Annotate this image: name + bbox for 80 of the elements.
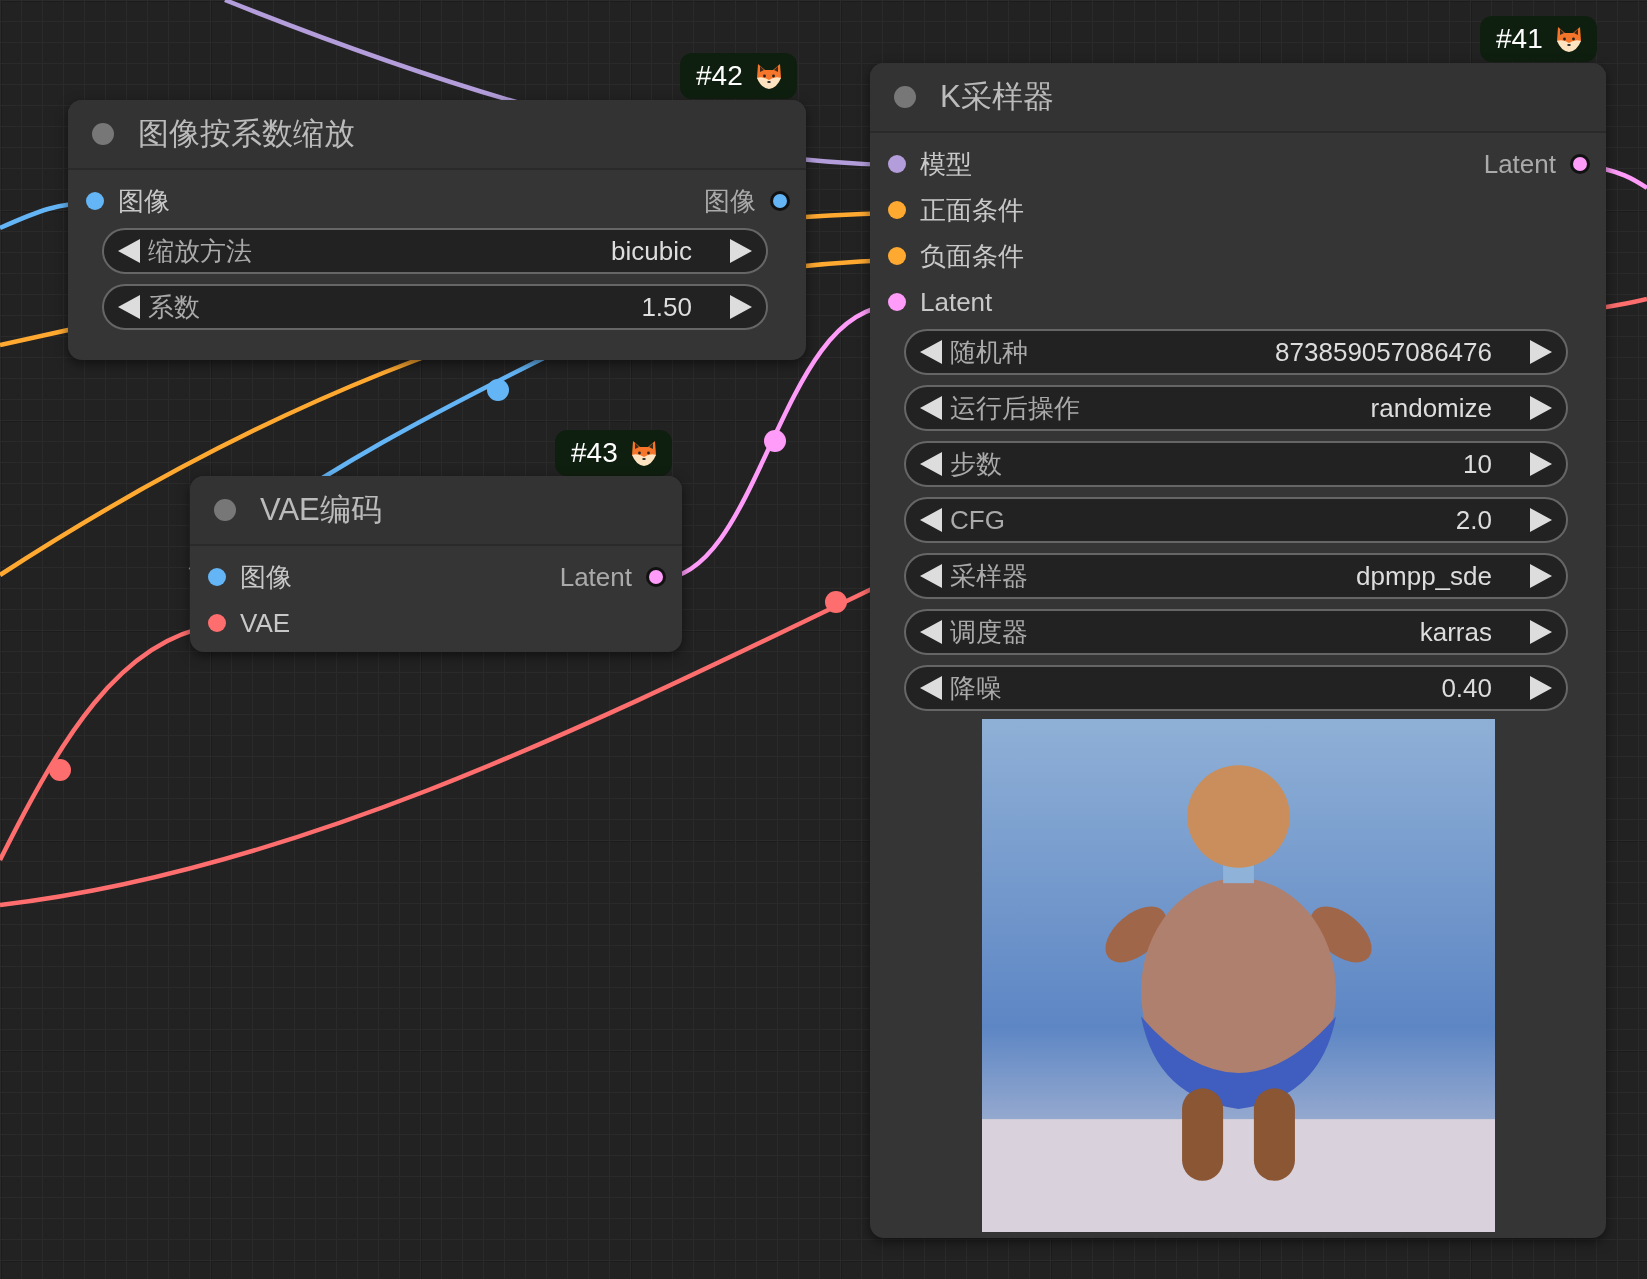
right-arrow-icon[interactable] xyxy=(1530,340,1552,364)
input-slot[interactable] xyxy=(888,293,906,311)
left-arrow-icon[interactable] xyxy=(920,452,942,476)
output-slot[interactable] xyxy=(646,567,666,587)
output-slot[interactable] xyxy=(1570,154,1590,174)
widget-field[interactable]: 调度器 karras xyxy=(904,609,1568,655)
widget-field[interactable]: CFG 2.0 xyxy=(904,497,1568,543)
widget-value: bicubic xyxy=(611,235,692,267)
input-label: 模型 xyxy=(920,147,972,181)
left-arrow-icon[interactable] xyxy=(920,564,942,588)
widget-value: 873859057086476 xyxy=(1275,336,1492,368)
input-label: 图像 xyxy=(240,560,292,594)
node-id: #42 xyxy=(696,60,743,92)
output-label: 图像 xyxy=(704,184,756,218)
widget-label: 调度器 xyxy=(950,615,1029,649)
fox-icon xyxy=(629,439,658,467)
right-arrow-icon[interactable] xyxy=(1530,564,1552,588)
node-title: VAE编码 xyxy=(260,491,382,529)
right-arrow-icon[interactable] xyxy=(730,239,752,263)
input-label: 图像 xyxy=(118,184,170,218)
input-slot[interactable] xyxy=(888,247,906,265)
widget-value: 2.0 xyxy=(1455,504,1492,536)
collapse-dot-icon[interactable] xyxy=(92,123,114,145)
fox-icon xyxy=(754,62,783,90)
input-label: Latent xyxy=(920,286,993,318)
widget-label: 降噪 xyxy=(950,671,1003,705)
input-label: 正面条件 xyxy=(920,193,1024,227)
widget-field[interactable]: 降噪 0.40 xyxy=(904,665,1568,711)
output-label: Latent xyxy=(1483,148,1556,180)
input-slot[interactable] xyxy=(888,201,906,219)
node-title: K采样器 xyxy=(940,78,1054,116)
widget-label: 步数 xyxy=(950,447,1003,481)
right-arrow-icon[interactable] xyxy=(1530,508,1552,532)
input-label: VAE xyxy=(240,607,291,639)
left-arrow-icon[interactable] xyxy=(920,396,942,420)
widget-label: 运行后操作 xyxy=(950,391,1081,425)
right-arrow-icon[interactable] xyxy=(1530,676,1552,700)
right-arrow-icon[interactable] xyxy=(1530,396,1552,420)
right-arrow-icon[interactable] xyxy=(1530,452,1552,476)
widget-label: 随机种 xyxy=(950,335,1029,369)
fox-icon xyxy=(1554,25,1583,53)
widget-field[interactable]: 缩放方法 bicubic xyxy=(102,228,768,274)
left-arrow-icon[interactable] xyxy=(920,676,942,700)
node-id: #43 xyxy=(571,437,618,469)
left-arrow-icon[interactable] xyxy=(920,508,942,532)
input-slot[interactable] xyxy=(888,155,906,173)
widget-field[interactable]: 系数 1.50 xyxy=(102,284,768,330)
widget-field[interactable]: 采样器 dpmpp_sde xyxy=(904,553,1568,599)
left-arrow-icon[interactable] xyxy=(118,239,140,263)
input-slot[interactable] xyxy=(208,568,226,586)
output-label: Latent xyxy=(559,561,632,593)
widget-field[interactable]: 运行后操作 randomize xyxy=(904,385,1568,431)
widget-value: 0.40 xyxy=(1441,672,1492,704)
input-slot[interactable] xyxy=(86,192,104,210)
title-bar[interactable]: K采样器 xyxy=(870,63,1606,133)
collapse-dot-icon[interactable] xyxy=(214,499,236,521)
left-arrow-icon[interactable] xyxy=(920,340,942,364)
right-arrow-icon[interactable] xyxy=(730,295,752,319)
input-label: 负面条件 xyxy=(920,239,1024,273)
input-slot[interactable] xyxy=(208,614,226,632)
widget-label: 采样器 xyxy=(950,559,1029,593)
right-arrow-icon[interactable] xyxy=(1530,620,1552,644)
widget-label: 缩放方法 xyxy=(148,234,253,268)
widget-field[interactable]: 步数 10 xyxy=(904,441,1568,487)
widget-value: 1.50 xyxy=(641,291,692,323)
widget-label: 系数 xyxy=(148,290,201,324)
widget-value: karras xyxy=(1419,616,1492,648)
collapse-dot-icon[interactable] xyxy=(894,86,916,108)
widget-value: 10 xyxy=(1463,448,1492,480)
output-slot[interactable] xyxy=(770,191,790,211)
widget-field[interactable]: 随机种 873859057086476 xyxy=(904,329,1568,375)
widget-value: dpmpp_sde xyxy=(1356,560,1492,592)
widget-value: randomize xyxy=(1370,392,1492,424)
title-bar[interactable]: 图像按系数缩放 xyxy=(68,100,806,170)
left-arrow-icon[interactable] xyxy=(920,620,942,644)
widget-label: CFG xyxy=(950,504,1006,536)
node-id: #41 xyxy=(1496,23,1543,55)
node-title: 图像按系数缩放 xyxy=(138,115,355,153)
left-arrow-icon[interactable] xyxy=(118,295,140,319)
title-bar[interactable]: VAE编码 xyxy=(190,476,682,546)
